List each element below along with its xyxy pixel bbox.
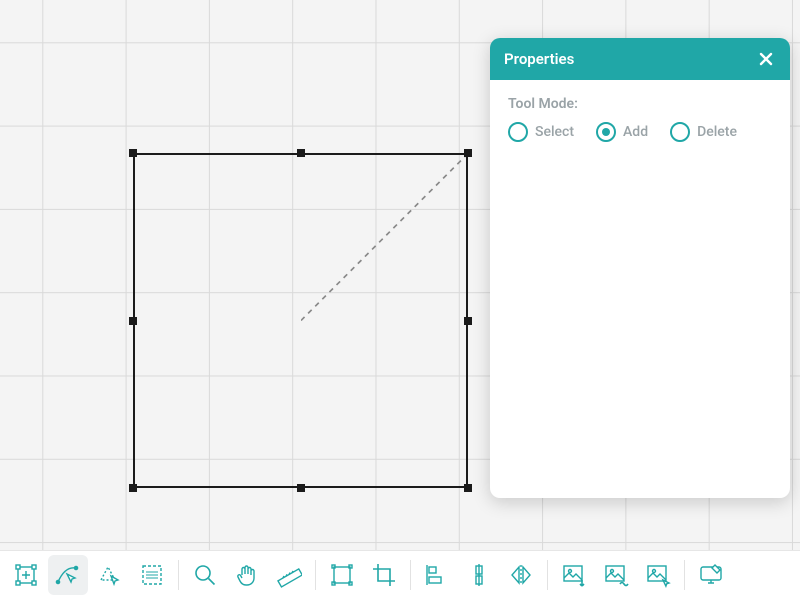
tool-mode-radio-group: Select Add Delete <box>508 122 772 142</box>
resize-handle-top-left[interactable] <box>129 149 137 157</box>
node-edit-tool[interactable] <box>48 555 88 595</box>
resize-handle-top-right[interactable] <box>464 149 472 157</box>
ruler-icon <box>276 562 302 588</box>
toolbar-separator <box>547 560 548 590</box>
align-vertical-tool[interactable] <box>459 555 499 595</box>
shape-outline <box>133 153 468 488</box>
zoom-tool[interactable] <box>185 555 225 595</box>
ruler-tool[interactable] <box>269 555 309 595</box>
image-wave-icon <box>603 562 629 588</box>
image-down-icon <box>561 562 587 588</box>
image-cursor-icon <box>645 562 671 588</box>
magnifier-icon <box>192 562 218 588</box>
radio-label: Add <box>623 124 648 140</box>
resize-handle-bottom-middle[interactable] <box>297 484 305 492</box>
align-vertical-icon <box>466 562 492 588</box>
marquee-icon <box>139 562 165 588</box>
align-horizontal-icon <box>424 562 450 588</box>
properties-panel-body: Tool Mode: Select Add Delete <box>490 80 790 498</box>
pan-tool[interactable] <box>227 555 267 595</box>
image-import-tool[interactable] <box>554 555 594 595</box>
properties-panel: Properties Tool Mode: Select Add Delete <box>490 38 790 498</box>
radio-icon <box>596 122 616 142</box>
image-export-tool[interactable] <box>638 555 678 595</box>
tool-mode-label: Tool Mode: <box>508 96 772 112</box>
toolbar-separator <box>684 560 685 590</box>
resize-handle-middle-right[interactable] <box>464 317 472 325</box>
toolbar-separator <box>178 560 179 590</box>
properties-panel-header[interactable]: Properties <box>490 38 790 80</box>
image-trace-tool[interactable] <box>596 555 636 595</box>
mirror-horizontal-tool[interactable] <box>501 555 541 595</box>
screen-preview-tool[interactable] <box>691 555 731 595</box>
radio-label: Select <box>535 124 574 140</box>
hand-icon <box>234 562 260 588</box>
tool-mode-delete-radio[interactable]: Delete <box>670 122 737 142</box>
resize-handle-bottom-left[interactable] <box>129 484 137 492</box>
radio-icon <box>508 122 528 142</box>
resize-handle-middle-left[interactable] <box>129 317 137 325</box>
radio-icon <box>670 122 690 142</box>
marquee-select-tool[interactable] <box>132 555 172 595</box>
radio-label: Delete <box>697 124 737 140</box>
toolbar-separator <box>410 560 411 590</box>
tool-mode-add-radio[interactable]: Add <box>596 122 648 142</box>
node-cursor-icon <box>55 562 81 588</box>
mirror-icon <box>508 562 534 588</box>
crop-tool[interactable] <box>364 555 404 595</box>
resize-handle-bottom-right[interactable] <box>464 484 472 492</box>
rect-handles-icon <box>329 562 355 588</box>
tool-mode-select-radio[interactable]: Select <box>508 122 574 142</box>
crop-icon <box>371 562 397 588</box>
selected-rectangle-shape[interactable] <box>133 153 468 488</box>
lasso-cursor-icon <box>97 562 123 588</box>
select-transform-tool[interactable] <box>6 555 46 595</box>
resize-handle-top-middle[interactable] <box>297 149 305 157</box>
close-icon[interactable] <box>756 49 776 69</box>
align-distribute-tool[interactable] <box>417 555 457 595</box>
bounding-box-tool[interactable] <box>322 555 362 595</box>
bottom-toolbar <box>0 550 800 599</box>
bounding-box-arrows-icon <box>13 562 39 588</box>
properties-panel-title: Properties <box>504 50 574 68</box>
toolbar-separator <box>315 560 316 590</box>
lasso-select-tool[interactable] <box>90 555 130 595</box>
monitor-brush-icon <box>698 562 724 588</box>
